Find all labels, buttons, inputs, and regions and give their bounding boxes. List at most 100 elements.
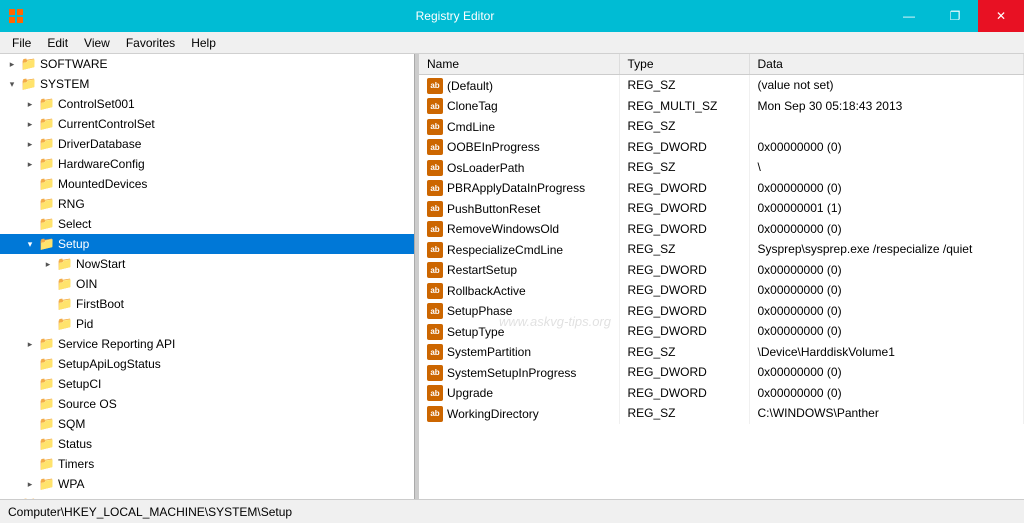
value-name-text: SetupPhase (447, 304, 512, 318)
tree-item-mounteddevices[interactable]: 📁MountedDevices (0, 174, 414, 194)
expand-btn-hardwareconfig[interactable]: ▸ (22, 156, 38, 172)
value-row[interactable]: abWorkingDirectoryREG_SZC:\WINDOWS\Panth… (419, 403, 1024, 424)
value-row[interactable]: ab(Default)REG_SZ(value not set) (419, 75, 1024, 96)
menu-favorites[interactable]: Favorites (118, 34, 183, 52)
tree-item-nowstart[interactable]: ▸📁NowStart (0, 254, 414, 274)
expand-btn-select[interactable] (22, 216, 38, 232)
expand-btn-rng[interactable] (22, 196, 38, 212)
close-button[interactable]: ✕ (978, 0, 1024, 32)
tree-item-hkey_users[interactable]: ▸📁HKEY_USERS (0, 494, 414, 499)
tree-label-driverdatabase: DriverDatabase (56, 137, 141, 151)
value-type: REG_DWORD (619, 301, 749, 322)
tree-item-hardwareconfig[interactable]: ▸📁HardwareConfig (0, 154, 414, 174)
value-type: REG_DWORD (619, 260, 749, 281)
tree-item-software[interactable]: ▸📁SOFTWARE (0, 54, 414, 74)
expand-btn-setupapilogstatus[interactable] (22, 356, 38, 372)
dword-icon: ab (427, 262, 443, 278)
expand-btn-sqm[interactable] (22, 416, 38, 432)
value-type: REG_SZ (619, 239, 749, 260)
tree-item-status[interactable]: 📁Status (0, 434, 414, 454)
tree-item-controlset001[interactable]: ▸📁ControlSet001 (0, 94, 414, 114)
value-row[interactable]: abSetupPhaseREG_DWORD0x00000000 (0) (419, 301, 1024, 322)
menu-file[interactable]: File (4, 34, 39, 52)
tree-pane[interactable]: ▸📁SOFTWARE▾📁SYSTEM▸📁ControlSet001▸📁Curre… (0, 54, 415, 499)
value-name: ab RestartSetup (419, 260, 619, 281)
tree-item-servicereportingapi[interactable]: ▸📁Service Reporting API (0, 334, 414, 354)
value-name: abOsLoaderPath (419, 157, 619, 178)
expand-btn-pid[interactable] (40, 316, 56, 332)
menu-help[interactable]: Help (183, 34, 224, 52)
expand-btn-hkey_users[interactable]: ▸ (4, 496, 20, 499)
tree-label-rng: RNG (56, 197, 85, 211)
value-name: abUpgrade (419, 383, 619, 404)
tree-item-pid[interactable]: 📁Pid (0, 314, 414, 334)
tree-label-select: Select (56, 217, 91, 231)
value-row[interactable]: abPBRApplyDataInProgressREG_DWORD0x00000… (419, 178, 1024, 199)
value-name-text: OsLoaderPath (447, 161, 524, 175)
expand-btn-setupci[interactable] (22, 376, 38, 392)
value-row[interactable]: abSystemSetupInProgressREG_DWORD0x000000… (419, 362, 1024, 383)
expand-btn-status[interactable] (22, 436, 38, 452)
values-pane[interactable]: NameTypeDataab(Default)REG_SZ(value not … (419, 54, 1024, 499)
value-row[interactable]: abSystemPartitionREG_SZ\Device\HarddiskV… (419, 342, 1024, 363)
value-row[interactable]: abCmdLineREG_SZ (419, 116, 1024, 137)
value-row[interactable]: abUpgradeREG_DWORD0x00000000 (0) (419, 383, 1024, 404)
value-row[interactable]: abRestartSetupREG_DWORD0x00000000 (0) (419, 260, 1024, 281)
tree-label-system: SYSTEM (38, 77, 89, 91)
value-name-text: RestartSetup (447, 263, 517, 277)
folder-icon-pid: 📁 (56, 316, 74, 332)
expand-btn-servicereportingapi[interactable]: ▸ (22, 336, 38, 352)
value-row[interactable]: abOOBEInProgressREG_DWORD0x00000000 (0) (419, 137, 1024, 158)
menu-edit[interactable]: Edit (39, 34, 76, 52)
value-row[interactable]: abPushButtonResetREG_DWORD0x00000001 (1) (419, 198, 1024, 219)
ab-icon: ab (427, 344, 443, 360)
value-row[interactable]: abRollbackActiveREG_DWORD0x00000000 (0) (419, 280, 1024, 301)
tree-item-setupapilogstatus[interactable]: 📁SetupApiLogStatus (0, 354, 414, 374)
tree-item-setupci[interactable]: 📁SetupCI (0, 374, 414, 394)
expand-btn-currentcontrolset[interactable]: ▸ (22, 116, 38, 132)
tree-item-wpa[interactable]: ▸📁WPA (0, 474, 414, 494)
status-bar: Computer\HKEY_LOCAL_MACHINE\SYSTEM\Setup (0, 499, 1024, 523)
tree-item-rng[interactable]: 📁RNG (0, 194, 414, 214)
minimize-button[interactable]: — (886, 0, 932, 32)
expand-btn-sourceos[interactable] (22, 396, 38, 412)
menu-view[interactable]: View (76, 34, 118, 52)
col-header-type: Type (619, 54, 749, 75)
restore-button[interactable]: ❐ (932, 0, 978, 32)
tree-item-currentcontrolset[interactable]: ▸📁CurrentControlSet (0, 114, 414, 134)
tree-item-setup[interactable]: ▾📁Setup (0, 234, 414, 254)
tree-label-controlset001: ControlSet001 (56, 97, 135, 111)
value-row[interactable]: abRemoveWindowsOldREG_DWORD0x00000000 (0… (419, 219, 1024, 240)
value-data: 0x00000000 (0) (749, 301, 1024, 322)
expand-btn-nowstart[interactable]: ▸ (40, 256, 56, 272)
tree-item-select[interactable]: 📁Select (0, 214, 414, 234)
tree-item-driverdatabase[interactable]: ▸📁DriverDatabase (0, 134, 414, 154)
value-data: 0x00000000 (0) (749, 383, 1024, 404)
expand-btn-firstboot[interactable] (40, 296, 56, 312)
value-data: 0x00000001 (1) (749, 198, 1024, 219)
tree-item-oin[interactable]: 📁OIN (0, 274, 414, 294)
tree-item-timers[interactable]: 📁Timers (0, 454, 414, 474)
value-row[interactable]: abOsLoaderPathREG_SZ\ (419, 157, 1024, 178)
tree-item-sourceos[interactable]: 📁Source OS (0, 394, 414, 414)
folder-icon-driverdatabase: 📁 (38, 136, 56, 152)
expand-btn-driverdatabase[interactable]: ▸ (22, 136, 38, 152)
value-type: REG_SZ (619, 116, 749, 137)
tree-item-firstboot[interactable]: 📁FirstBoot (0, 294, 414, 314)
expand-btn-setup[interactable]: ▾ (22, 236, 38, 252)
value-row[interactable]: abRespecializeCmdLineREG_SZSysprep\syspr… (419, 239, 1024, 260)
expand-btn-wpa[interactable]: ▸ (22, 476, 38, 492)
expand-btn-system[interactable]: ▾ (4, 76, 20, 92)
folder-icon-servicereportingapi: 📁 (38, 336, 56, 352)
value-name: ab(Default) (419, 75, 619, 96)
tree-item-system[interactable]: ▾📁SYSTEM (0, 74, 414, 94)
value-row[interactable]: abCloneTagREG_MULTI_SZMon Sep 30 05:18:4… (419, 96, 1024, 117)
expand-btn-controlset001[interactable]: ▸ (22, 96, 38, 112)
expand-btn-software[interactable]: ▸ (4, 56, 20, 72)
tree-item-sqm[interactable]: 📁SQM (0, 414, 414, 434)
expand-btn-mounteddevices[interactable] (22, 176, 38, 192)
expand-btn-oin[interactable] (40, 276, 56, 292)
tree-label-setupci: SetupCI (56, 377, 101, 391)
value-row[interactable]: abSetupTypeREG_DWORD0x00000000 (0) (419, 321, 1024, 342)
expand-btn-timers[interactable] (22, 456, 38, 472)
